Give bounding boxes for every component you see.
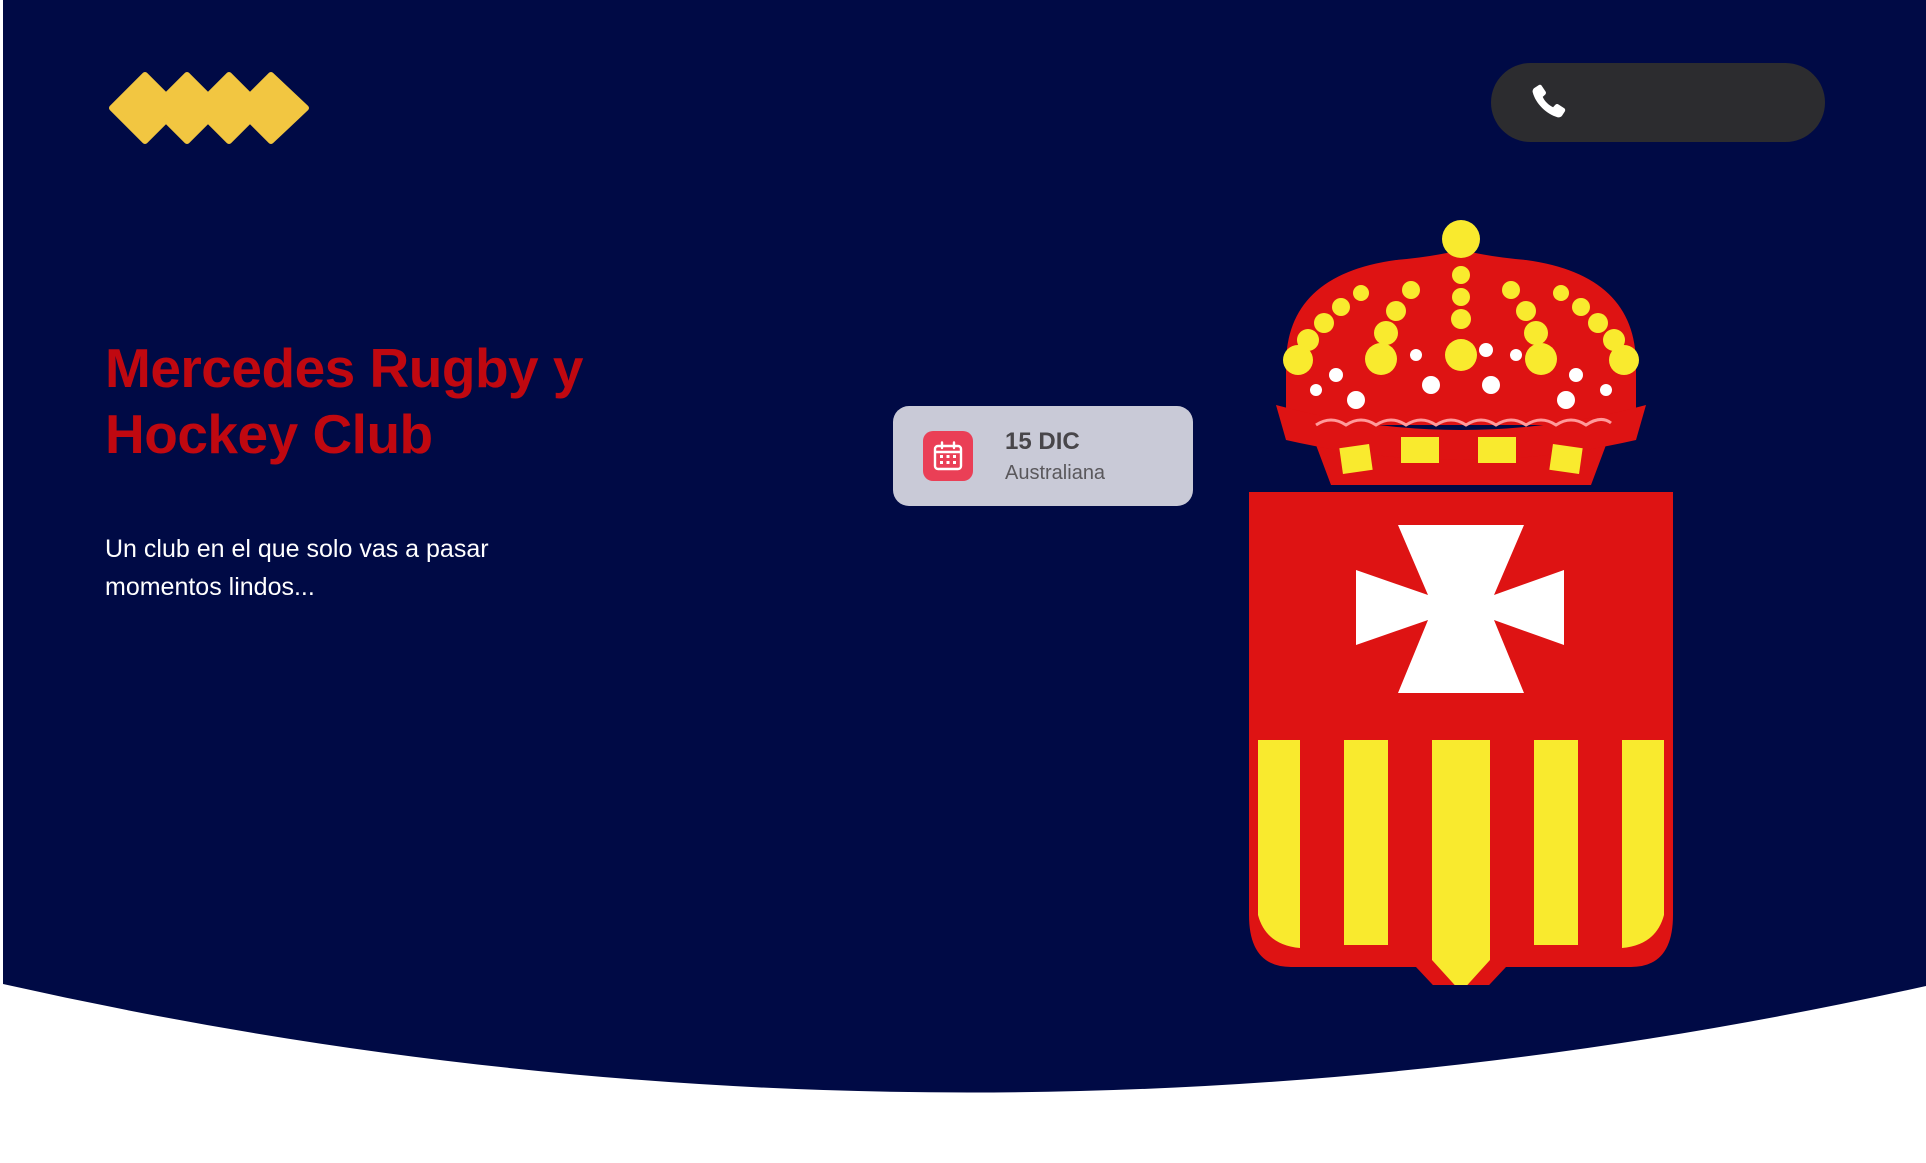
phone-icon — [1532, 84, 1566, 118]
event-card[interactable]: 15 DIC Australiana — [893, 406, 1193, 506]
calendar-badge — [923, 431, 973, 481]
hero-subtitle: Un club en el que solo vas a pasar momen… — [105, 530, 545, 606]
event-name: Australiana — [1005, 462, 1106, 484]
hero-subtitle-line-1: Un club en el que solo vas a pasar — [105, 535, 489, 563]
page-title-line-1: Mercedes Rugby y — [105, 337, 584, 399]
calendar-icon — [933, 441, 963, 471]
club-crest-icon — [1249, 220, 1673, 985]
page-title-line-2: Hockey Club — [105, 403, 433, 465]
hero-subtitle-line-2: momentos lindos... — [105, 573, 315, 601]
page-title: Mercedes Rugby y Hockey Club — [105, 335, 725, 467]
phone-contact-button[interactable] — [1491, 63, 1825, 142]
diamond-wave-logo-icon — [109, 72, 309, 144]
event-date: 15 DIC — [1005, 428, 1080, 455]
hero-section: Mercedes Rugby y Hockey Club Un club en … — [0, 0, 1926, 1163]
